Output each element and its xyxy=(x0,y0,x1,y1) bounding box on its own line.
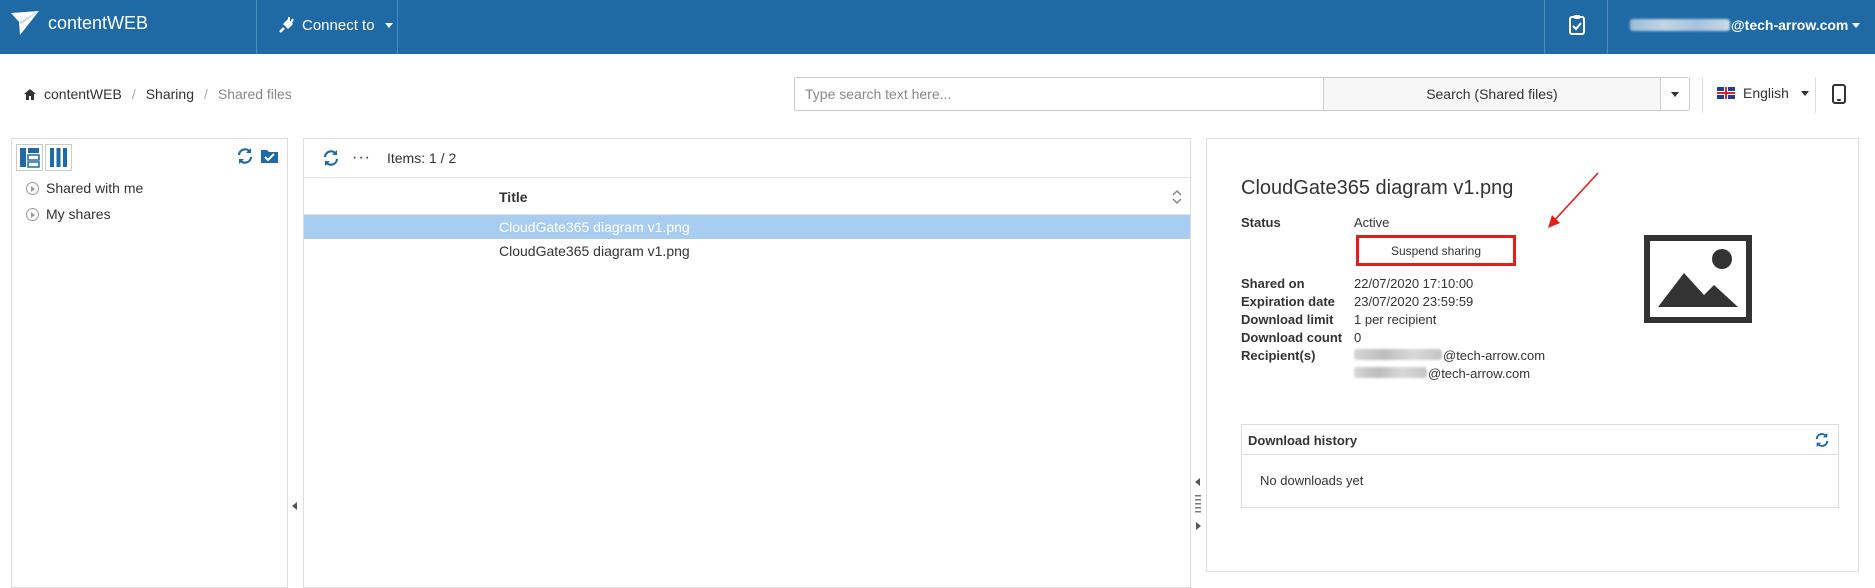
chevron-down-icon xyxy=(1800,90,1809,96)
file-title-cell: CloudGate365 diagram v1.png xyxy=(499,243,690,259)
annotation-arrow xyxy=(1548,172,1599,228)
items-count: Items: 1 / 2 xyxy=(386,150,457,166)
table-row[interactable]: CloudGate365 diagram v1.png xyxy=(304,239,1190,263)
recipient-domain: @tech-arrow.com xyxy=(1443,348,1546,363)
download-history-section: Download history No downloads yet xyxy=(1241,424,1839,508)
file-list-panel: ··· Items: 1 / 2 Title CloudGate365 diag… xyxy=(303,138,1191,588)
collapse-left-icon[interactable] xyxy=(1195,478,1200,486)
recipient-entry: @tech-arrow.com xyxy=(1354,348,1545,363)
user-email-domain: @tech-arrow.com xyxy=(1731,17,1849,33)
breadcrumb-item-contentweb[interactable]: contentWEB xyxy=(44,86,122,102)
brand-name: contentWEB xyxy=(48,12,149,33)
language-selector[interactable]: English xyxy=(1717,85,1809,101)
suspend-sharing-button[interactable]: Suspend sharing xyxy=(1356,235,1516,266)
home-icon[interactable] xyxy=(24,88,36,100)
divider xyxy=(1544,0,1545,54)
expiration-date-value: 23/07/2020 23:59:59 xyxy=(1354,294,1474,309)
recipient-entry: @tech-arrow.com xyxy=(1354,366,1530,381)
expand-arrow-icon xyxy=(26,181,39,195)
table-header-title[interactable]: Title xyxy=(304,177,1190,215)
language-label: English xyxy=(1743,85,1789,101)
chevron-down-icon xyxy=(1671,91,1680,97)
tree-item-label: My shares xyxy=(46,206,111,222)
tree-item-label: Shared with me xyxy=(46,180,144,196)
brand-logo[interactable]: contentWEB xyxy=(10,0,148,46)
shared-on-label: Shared on xyxy=(1241,276,1305,291)
download-count-value: 0 xyxy=(1354,330,1362,345)
file-title-cell: CloudGate365 diagram v1.png xyxy=(499,219,690,235)
refresh-icon[interactable] xyxy=(236,147,254,165)
user-menu[interactable]: @tech-arrow.com xyxy=(1630,0,1861,50)
connect-to-menu[interactable]: Connect to xyxy=(278,0,393,50)
breadcrumb-separator: / xyxy=(131,86,136,102)
divider xyxy=(397,0,398,54)
file-details-panel: CloudGate365 diagram v1.png Status Activ… xyxy=(1206,138,1859,572)
more-options-icon[interactable]: ··· xyxy=(352,150,371,166)
search-input[interactable] xyxy=(795,78,1323,110)
chevron-down-icon xyxy=(384,22,393,28)
shared-on-value: 22/07/2020 17:10:00 xyxy=(1354,276,1474,291)
download-count-label: Download count xyxy=(1241,330,1343,345)
divider xyxy=(1815,77,1816,113)
download-history-header: Download history xyxy=(1242,425,1838,455)
tree-item-shared-with-me[interactable]: Shared with me xyxy=(12,175,287,201)
search-bar: Search (Shared files) xyxy=(794,77,1690,111)
refresh-icon[interactable] xyxy=(322,149,340,167)
search-options-dropdown[interactable] xyxy=(1660,78,1689,110)
recipients-label: Recipient(s) xyxy=(1241,348,1316,363)
image-preview-icon xyxy=(1644,235,1752,323)
download-limit-label: Download limit xyxy=(1241,312,1334,327)
sort-icon[interactable] xyxy=(1172,189,1182,205)
refresh-icon[interactable] xyxy=(1814,432,1830,448)
redacted-username xyxy=(1630,19,1730,31)
redacted-recipient-name xyxy=(1354,367,1427,378)
breadcrumb-separator: / xyxy=(203,86,208,102)
table-row[interactable]: CloudGate365 diagram v1.png xyxy=(304,215,1190,239)
expand-right-icon[interactable] xyxy=(1196,522,1201,530)
breadcrumb-item-shared-files: Shared files xyxy=(217,86,292,102)
plug-icon xyxy=(279,17,294,33)
download-limit-value: 1 per recipient xyxy=(1354,312,1437,327)
layout-columns-icon xyxy=(50,148,67,167)
divider xyxy=(1702,77,1703,113)
tree-item-my-shares[interactable]: My shares xyxy=(12,201,287,227)
breadcrumb: contentWEB / Sharing / Shared files xyxy=(24,86,292,102)
tree-view-button[interactable] xyxy=(16,144,43,171)
tree-actions xyxy=(236,147,279,165)
collapse-left-panel-icon[interactable] xyxy=(292,502,297,510)
status-label: Status xyxy=(1241,215,1281,230)
breadcrumb-item-sharing[interactable]: Sharing xyxy=(146,86,194,102)
redacted-recipient-name xyxy=(1354,349,1442,360)
expand-arrow-icon xyxy=(26,207,39,221)
file-title: CloudGate365 diagram v1.png xyxy=(1241,177,1514,199)
download-history-title: Download history xyxy=(1248,433,1358,448)
expiration-date-label: Expiration date xyxy=(1241,294,1335,309)
folder-tree-panel: Shared with me My shares xyxy=(11,138,288,588)
mobile-view-icon[interactable] xyxy=(1832,84,1846,104)
divider xyxy=(256,0,257,54)
top-navigation-bar: contentWEB Connect to @tech-arrow.com xyxy=(0,0,1875,54)
drag-handle-icon[interactable] xyxy=(1194,494,1202,514)
status-value: Active xyxy=(1354,215,1390,230)
layout-tree-icon xyxy=(20,148,40,168)
tree-toolbar xyxy=(12,139,287,175)
uk-flag-icon xyxy=(1717,87,1735,99)
search-button[interactable]: Search (Shared files) xyxy=(1322,78,1661,110)
recipient-domain: @tech-arrow.com xyxy=(1428,366,1531,381)
folder-check-icon[interactable] xyxy=(260,147,279,164)
image-icon xyxy=(1658,249,1738,307)
clipboard-check-icon[interactable] xyxy=(1565,13,1589,37)
paper-plane-icon xyxy=(11,11,39,35)
panel-splitter[interactable] xyxy=(1194,478,1202,536)
list-toolbar: ··· Items: 1 / 2 xyxy=(304,139,1190,177)
column-title: Title xyxy=(499,189,528,205)
chevron-down-icon xyxy=(1852,22,1861,28)
download-history-empty: No downloads yet xyxy=(1260,473,1364,488)
connect-to-label: Connect to xyxy=(302,16,375,34)
columns-view-button[interactable] xyxy=(45,144,72,171)
divider xyxy=(1607,0,1608,54)
